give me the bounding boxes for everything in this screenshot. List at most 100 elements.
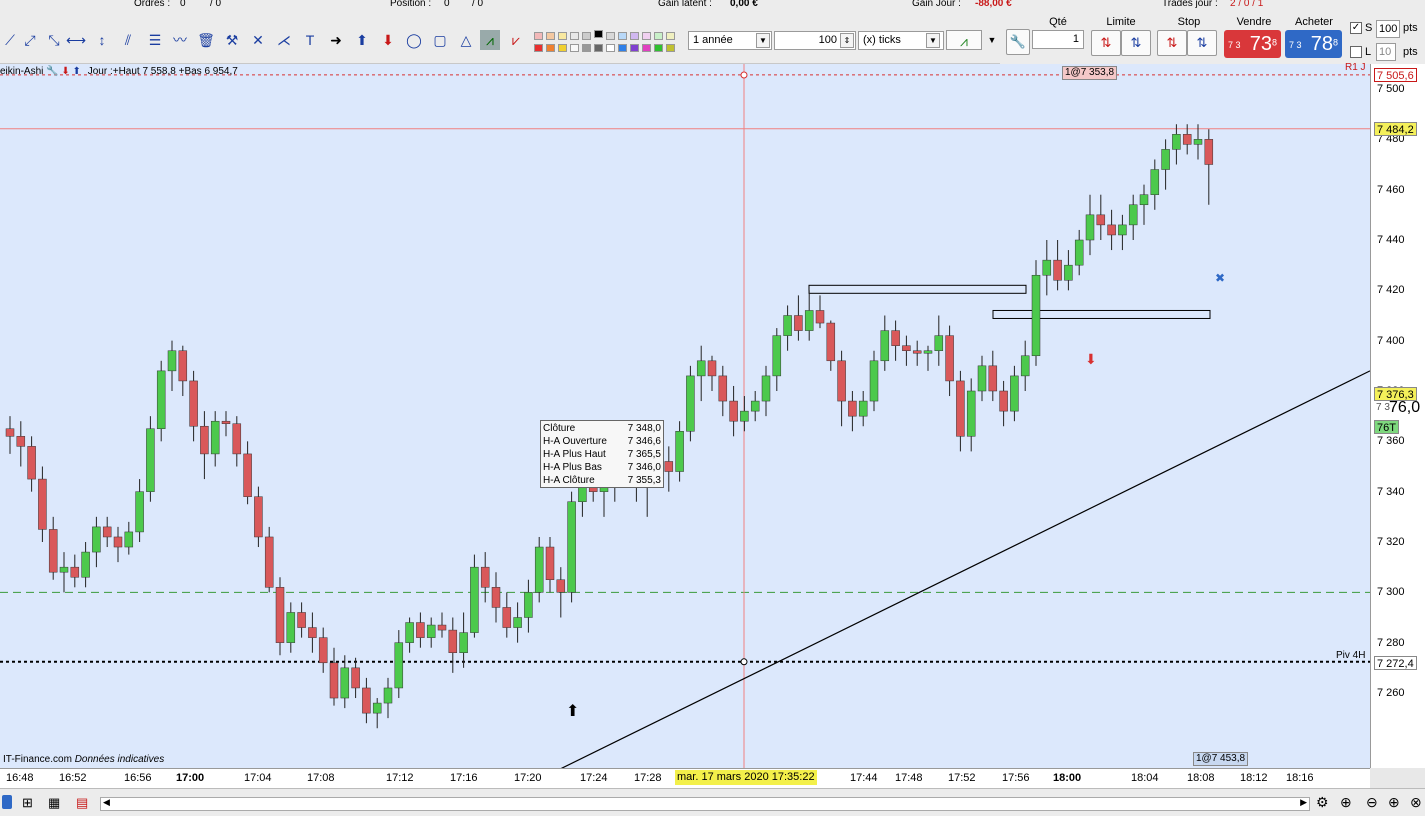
indicator-red-icon[interactable]: ⩗ xyxy=(506,30,526,50)
limit-sell-button[interactable]: ⇅ xyxy=(1121,30,1151,56)
close-small-icon[interactable]: ⬇ xyxy=(61,66,69,77)
arrow-up-icon[interactable]: ⬆ xyxy=(352,30,372,50)
magnet-icon[interactable]: ⚒ xyxy=(222,30,242,50)
elliott-tool-icon[interactable]: 〰 xyxy=(170,30,190,50)
color-swatch[interactable] xyxy=(570,44,579,52)
candle-body xyxy=(200,425,209,455)
wrench-small-icon[interactable]: 🔧 xyxy=(46,66,58,77)
color-swatch[interactable] xyxy=(570,32,579,40)
candle-body xyxy=(1074,239,1084,266)
arrow-right-icon[interactable]: ➜ xyxy=(326,30,346,50)
pitchfork-icon[interactable]: ⋌ xyxy=(274,30,294,50)
settings-icon[interactable]: ⚙ xyxy=(1316,794,1329,811)
ray-tool-icon[interactable]: ⤡ xyxy=(44,30,64,50)
l-input[interactable]: 10 xyxy=(1376,43,1396,61)
table-icon[interactable]: ▦ xyxy=(48,795,60,811)
r1-label: R1 J xyxy=(1345,62,1366,73)
stop-sell-button[interactable]: ⇅ xyxy=(1187,30,1217,56)
time-tick-label: 18:16 xyxy=(1286,772,1314,784)
l-checkbox[interactable] xyxy=(1350,46,1362,58)
sell-button[interactable]: 7 3 738 xyxy=(1224,30,1281,58)
color-swatch[interactable] xyxy=(546,32,555,40)
data-label: H-A Plus Haut xyxy=(543,449,606,460)
s-checkbox[interactable]: ✓ xyxy=(1350,22,1362,34)
color-swatch[interactable] xyxy=(534,32,543,40)
color-swatch[interactable] xyxy=(594,44,603,52)
scroll-left-icon[interactable] xyxy=(2,795,12,809)
color-swatch[interactable] xyxy=(654,32,663,40)
line-tool-icon[interactable]: ⟋ xyxy=(0,30,20,50)
chart-legend: eikin-Ashi 🔧 ⬇ ⬆ Jour :+Haut 7 558,8 +Ba… xyxy=(0,66,238,77)
horizontal-scrollbar[interactable]: ◀ ▶ xyxy=(100,797,1310,811)
grid-icon[interactable]: ⊞ xyxy=(22,795,33,811)
stepper-icon[interactable]: ⇕ xyxy=(840,33,854,48)
candle-body xyxy=(880,330,890,362)
color-swatch[interactable] xyxy=(594,30,603,38)
qty-input[interactable]: 1 xyxy=(1032,30,1084,49)
color-swatch[interactable] xyxy=(558,44,567,52)
sell-decimal: 8 xyxy=(1271,37,1277,48)
color-swatch[interactable] xyxy=(630,44,639,52)
color-swatch[interactable] xyxy=(630,32,639,40)
legend-info: Jour :+Haut 7 558,8 +Bas 6 954,7 xyxy=(87,66,238,77)
zoom-fit-icon[interactable]: ⊕ xyxy=(1340,794,1352,811)
chevron-down-icon[interactable]: ▼ xyxy=(982,30,1002,50)
trade-tag-entry[interactable]: 1@7 353,8 xyxy=(1062,66,1118,80)
trade-tag-exit[interactable]: 1@7 453,8 xyxy=(1193,752,1249,766)
channel-tool-icon[interactable]: ⫽ xyxy=(118,30,138,50)
cross-tool-icon[interactable]: ✕ xyxy=(248,30,268,50)
color-swatch[interactable] xyxy=(606,32,615,40)
color-swatch[interactable] xyxy=(618,32,627,40)
scroll-left-arrow-icon[interactable]: ◀ xyxy=(103,797,110,808)
close-icon[interactable]: ⊗ xyxy=(1410,794,1422,811)
limit-buy-button[interactable]: ⇅ xyxy=(1091,30,1121,56)
wrench-icon[interactable]: 🔧 xyxy=(1006,29,1030,55)
arrow-down-icon[interactable]: ⬇ xyxy=(378,30,398,50)
candle-body xyxy=(923,350,933,354)
price-axis[interactable]: 7 5007 4807 4607 4407 4207 4007 3807 360… xyxy=(1370,64,1425,768)
color-swatch[interactable] xyxy=(582,44,591,52)
ellipse-tool-icon[interactable]: ◯ xyxy=(404,30,424,50)
up-small-icon[interactable]: ⬆ xyxy=(73,66,81,77)
color-swatch[interactable] xyxy=(618,44,627,52)
zoom-in-icon[interactable]: ⊕ xyxy=(1388,794,1400,811)
fibonacci-tool-icon[interactable]: ☰ xyxy=(145,30,165,50)
chevron-down-icon[interactable]: ▼ xyxy=(926,33,940,48)
indicator-green-icon[interactable]: ⩘ xyxy=(480,30,500,50)
horizontal-line-icon[interactable]: ⟷ xyxy=(66,30,86,50)
color-swatch[interactable] xyxy=(546,44,555,52)
triangle-tool-icon[interactable]: △ xyxy=(456,30,476,50)
price-chart[interactable]: ⬆ ⬇ ✖ xyxy=(0,64,1371,777)
qty-label: Qté xyxy=(1049,16,1067,28)
zoom-out-icon[interactable]: ⊖ xyxy=(1366,794,1378,811)
scroll-right-arrow-icon[interactable]: ▶ xyxy=(1300,797,1307,808)
color-swatch[interactable] xyxy=(534,44,543,52)
stop-buy-button[interactable]: ⇅ xyxy=(1157,30,1187,56)
layout-icon[interactable]: ▤ xyxy=(76,795,88,811)
buy-button[interactable]: 7 3 788 xyxy=(1285,30,1342,58)
candle-body xyxy=(556,579,566,593)
chevron-down-icon[interactable]: ▼ xyxy=(756,33,770,48)
time-tick-label: 17:28 xyxy=(634,772,662,784)
candle-body xyxy=(81,551,90,578)
vertical-line-icon[interactable]: ↕ xyxy=(92,30,112,50)
candle-body xyxy=(113,536,123,548)
color-swatch[interactable] xyxy=(582,32,591,40)
candlestick-chart[interactable]: ⬆ ⬇ ✖ xyxy=(0,64,1371,777)
color-swatch[interactable] xyxy=(666,44,675,52)
time-tick-label: 17:56 xyxy=(1002,772,1030,784)
color-swatch[interactable] xyxy=(642,32,651,40)
piv-label: Piv 4H xyxy=(1336,650,1366,661)
color-swatch[interactable] xyxy=(642,44,651,52)
text-tool-icon[interactable]: T xyxy=(300,30,320,50)
color-swatch[interactable] xyxy=(654,44,663,52)
rectangle-tool-icon[interactable]: ▢ xyxy=(430,30,450,50)
trash-icon[interactable]: 🗑 xyxy=(196,30,216,50)
s-input[interactable]: 100 xyxy=(1376,20,1400,38)
color-swatch[interactable] xyxy=(606,44,615,52)
segment-tool-icon[interactable]: ⤢ xyxy=(20,30,40,50)
color-swatch[interactable] xyxy=(558,32,567,40)
candle-body xyxy=(858,400,868,417)
color-swatch[interactable] xyxy=(666,32,675,40)
chart-type-icon[interactable]: ⩘ xyxy=(946,30,982,50)
